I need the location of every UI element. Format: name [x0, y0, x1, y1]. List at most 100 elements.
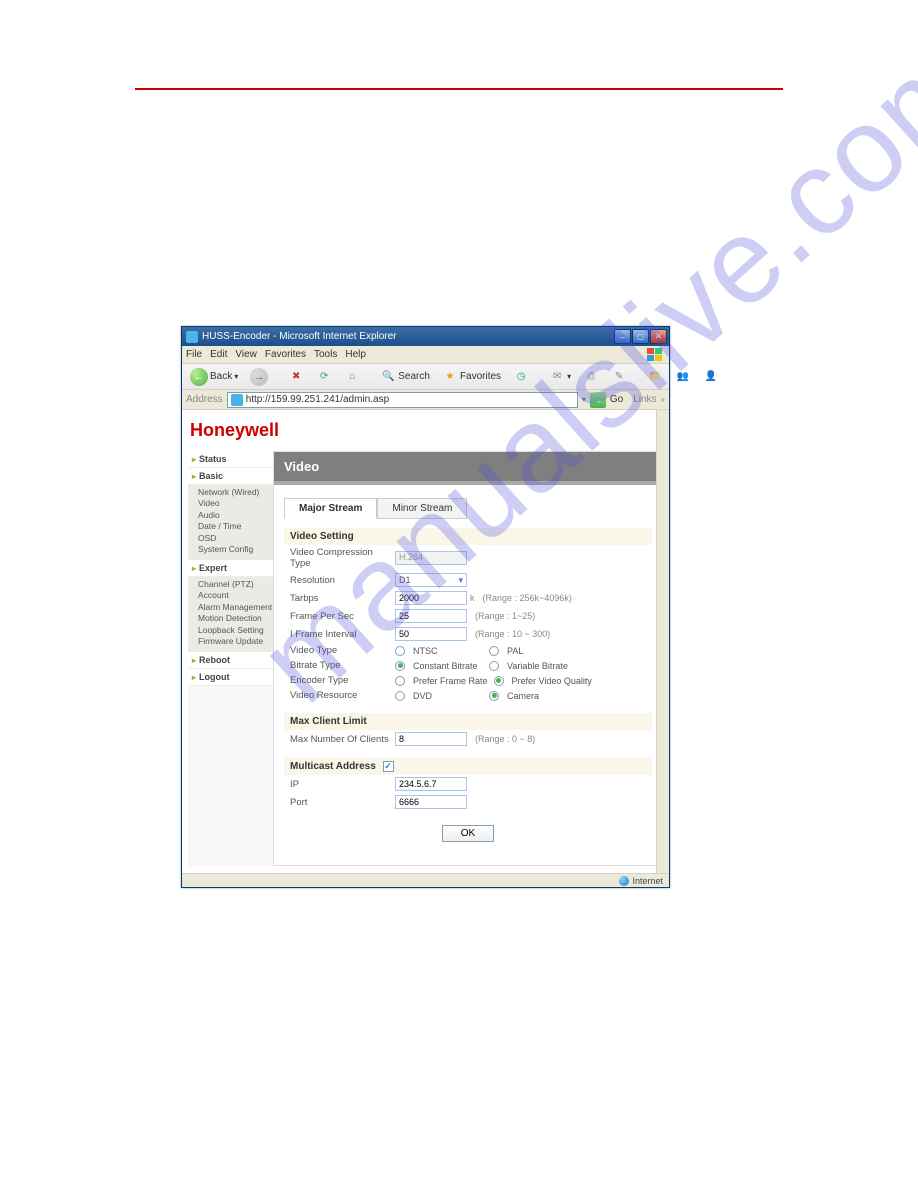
messenger-icon: 👤 [703, 369, 719, 385]
label-pal: PAL [507, 646, 577, 656]
page-rule [135, 88, 783, 90]
globe-icon [619, 876, 629, 886]
back-icon: ← [190, 368, 208, 386]
menu-edit[interactable]: Edit [210, 349, 227, 360]
sidebar-item-loopback[interactable]: Loopback Setting [198, 625, 273, 636]
sidebar: Status Basic Network (Wired) Video Audio… [188, 451, 273, 866]
menu-help[interactable]: Help [345, 349, 366, 360]
sidebar-item-alarm[interactable]: Alarm Management [198, 602, 273, 613]
radio-camera[interactable] [489, 691, 499, 701]
page-title: Video [274, 452, 662, 485]
radio-ntsc[interactable] [395, 646, 405, 656]
radio-constant-bitrate[interactable] [395, 661, 405, 671]
label-maxclients: Max Number Of Clients [290, 734, 395, 745]
addressbar: Address http://159.99.251.241/admin.asp … [182, 390, 669, 410]
label-ntsc: NTSC [413, 646, 483, 656]
sidebar-item-audio[interactable]: Audio [198, 510, 273, 521]
radio-dvd[interactable] [395, 691, 405, 701]
menubar: File Edit View Favorites Tools Help [182, 346, 669, 364]
sidebar-item-motion[interactable]: Motion Detection [198, 613, 273, 624]
address-input[interactable]: http://159.99.251.241/admin.asp [227, 392, 578, 408]
label-iframe: I Frame Interval [290, 629, 395, 640]
star-icon: ★ [442, 369, 458, 385]
minimize-button[interactable]: – [614, 329, 631, 344]
label-prefer-quality: Prefer Video Quality [512, 676, 592, 686]
go-button[interactable]: → [590, 392, 606, 408]
sidebar-item-account[interactable]: Account [198, 590, 273, 601]
sidebar-section-basic[interactable]: Basic [188, 468, 273, 485]
range-maxclients: (Range : 0 ~ 8) [475, 734, 535, 744]
label-tarbps: Tarbps [290, 593, 395, 604]
sidebar-item-osd[interactable]: OSD [198, 533, 273, 544]
sidebar-item-channel[interactable]: Channel (PTZ) [198, 579, 273, 590]
input-port[interactable] [395, 795, 467, 809]
label-dvd: DVD [413, 691, 483, 701]
mail-button[interactable]: ✉▾ [545, 368, 575, 386]
sidebar-section-status[interactable]: Status [188, 451, 273, 468]
forward-button[interactable]: → [246, 367, 272, 387]
input-ip[interactable] [395, 777, 467, 791]
refresh-button[interactable]: ⟳ [312, 368, 336, 386]
windows-flag-icon [645, 348, 665, 362]
radio-variable-bitrate[interactable] [489, 661, 499, 671]
radio-prefer-quality[interactable] [494, 676, 504, 686]
input-iframe[interactable] [395, 627, 467, 641]
ie-icon [186, 331, 198, 343]
menu-tools[interactable]: Tools [314, 349, 337, 360]
links-label[interactable]: Links [633, 394, 656, 405]
sidebar-item-systemconfig[interactable]: System Config [198, 544, 273, 555]
radio-prefer-frame[interactable] [395, 676, 405, 686]
back-button[interactable]: ← Back ▾ [186, 367, 242, 387]
sidebar-item-datetime[interactable]: Date / Time [198, 521, 273, 532]
mail-icon: ✉ [549, 369, 565, 385]
refresh-icon: ⟳ [316, 369, 332, 385]
menu-file[interactable]: File [186, 349, 202, 360]
history-button[interactable]: ◷ [509, 368, 533, 386]
sidebar-section-expert[interactable]: Expert [188, 560, 273, 577]
discuss-button[interactable]: 👥 [671, 368, 695, 386]
input-compression: H.264 [395, 551, 467, 565]
stop-icon: ✖ [288, 369, 304, 385]
scrollbar-vertical[interactable] [656, 410, 669, 873]
address-dropdown-icon[interactable]: ▾ [582, 395, 586, 404]
folder-icon: 📁 [647, 369, 663, 385]
radio-pal[interactable] [489, 646, 499, 656]
sidebar-section-logout[interactable]: Logout [188, 669, 273, 686]
sidebar-section-reboot[interactable]: Reboot [188, 652, 273, 669]
ok-button[interactable]: OK [442, 825, 494, 842]
section-video-setting: Video Setting [284, 528, 652, 545]
input-maxclients[interactable] [395, 732, 467, 746]
sidebar-item-firmware[interactable]: Firmware Update [198, 636, 273, 647]
sidebar-item-network[interactable]: Network (Wired) [198, 487, 273, 498]
tab-minor-stream[interactable]: Minor Stream [377, 498, 467, 519]
close-button[interactable]: ✕ [650, 329, 667, 344]
maximize-button[interactable]: □ [632, 329, 649, 344]
window-title: HUSS-Encoder - Microsoft Internet Explor… [202, 331, 397, 342]
label-port: Port [290, 797, 395, 808]
folder-button[interactable]: 📁 [643, 368, 667, 386]
search-button[interactable]: 🔍 Search [376, 368, 434, 386]
forward-icon: → [250, 368, 268, 386]
label-fps: Frame Per Sec [290, 611, 395, 622]
edit-icon: ✎ [611, 369, 627, 385]
label-encodertype: Encoder Type [290, 675, 395, 686]
input-tarbps[interactable] [395, 591, 467, 605]
home-icon: ⌂ [344, 369, 360, 385]
discuss-icon: 👥 [675, 369, 691, 385]
sidebar-item-video[interactable]: Video [198, 498, 273, 509]
tab-major-stream[interactable]: Major Stream [284, 498, 377, 519]
input-fps[interactable] [395, 609, 467, 623]
favorites-button[interactable]: ★ Favorites [438, 368, 505, 386]
address-label: Address [186, 394, 223, 405]
select-resolution[interactable]: D1 [395, 573, 467, 587]
messenger-button[interactable]: 👤 [699, 368, 723, 386]
toolbar: ← Back ▾ → ✖ ⟳ ⌂ 🔍 Search ★ Favorites ◷ … [182, 364, 669, 390]
checkbox-multicast[interactable]: ✓ [383, 761, 394, 772]
edit-button[interactable]: ✎ [607, 368, 631, 386]
print-button[interactable]: ⎙ [579, 368, 603, 386]
menu-view[interactable]: View [235, 349, 257, 360]
home-button[interactable]: ⌂ [340, 368, 364, 386]
stop-button[interactable]: ✖ [284, 368, 308, 386]
section-max-client: Max Client Limit [284, 713, 652, 730]
menu-favorites[interactable]: Favorites [265, 349, 306, 360]
